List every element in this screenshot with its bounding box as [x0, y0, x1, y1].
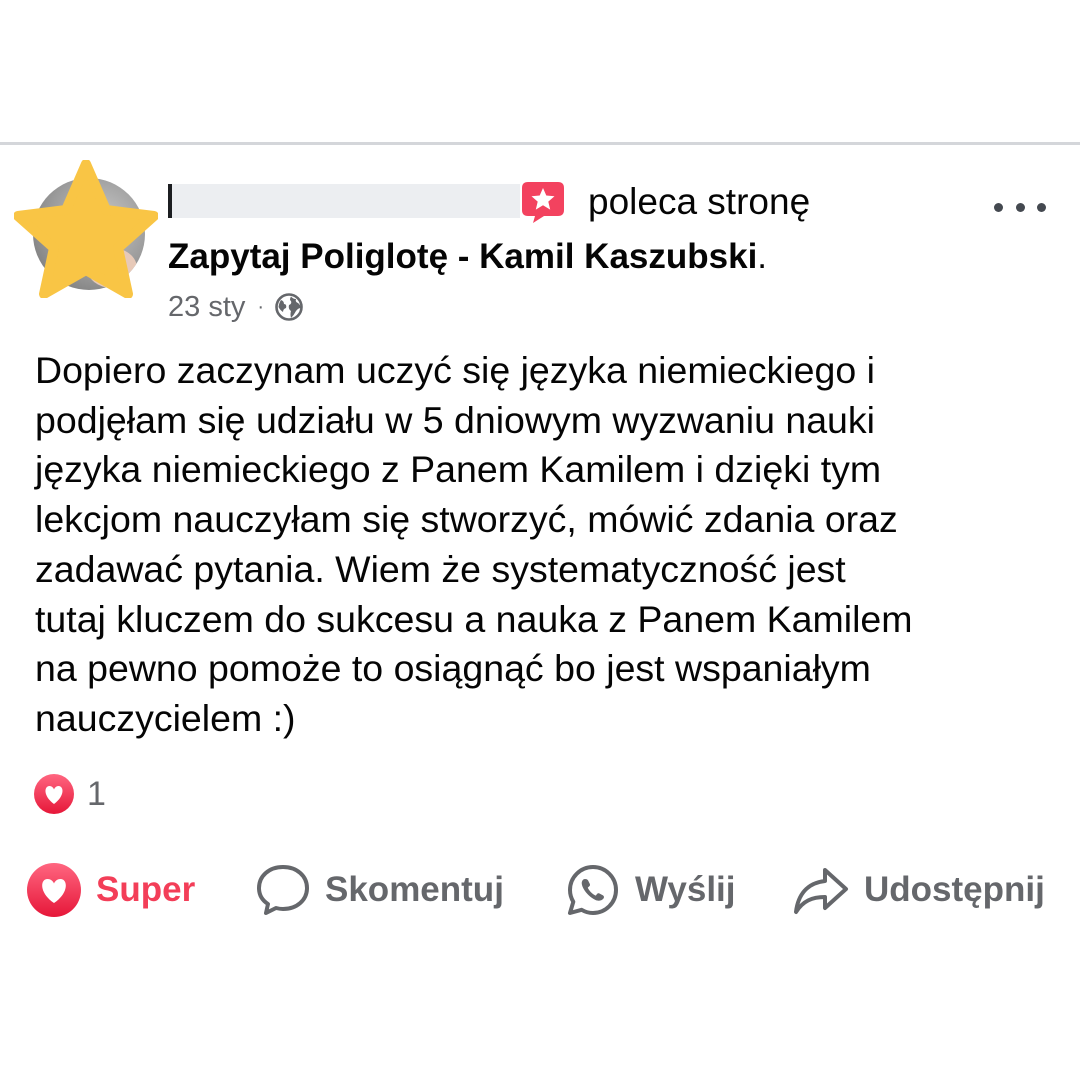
- star-sticker-icon: [14, 160, 158, 298]
- comment-icon: [257, 865, 309, 915]
- comment-button[interactable]: Skomentuj: [255, 860, 504, 920]
- recommendation-icon: [522, 182, 564, 223]
- share-label: Udostępnij: [864, 870, 1045, 909]
- top-divider: [0, 142, 1080, 145]
- reactions-summary[interactable]: 1: [33, 773, 106, 815]
- recommends-text: poleca stronę: [588, 181, 811, 222]
- more-dot-icon: [1037, 202, 1046, 212]
- send-whatsapp-button[interactable]: Wyślij: [565, 860, 736, 920]
- super-label: Super: [96, 870, 196, 909]
- love-reaction-icon: [34, 774, 74, 814]
- comment-label: Skomentuj: [325, 870, 504, 909]
- author-name-redacted[interactable]: [168, 184, 520, 218]
- post-meta: 23 sty ·: [168, 288, 304, 326]
- more-options-button[interactable]: [994, 193, 1046, 221]
- reaction-count: 1: [87, 774, 106, 813]
- meta-separator: ·: [257, 295, 265, 318]
- page-name-text[interactable]: Zapytaj Poliglotę - Kamil Kaszubski: [168, 237, 757, 276]
- heart-icon: [27, 863, 81, 917]
- whatsapp-icon: [568, 865, 618, 915]
- post-body-text: Dopiero zaczynam uczyć się języka niemie…: [35, 349, 913, 739]
- more-dot-icon: [994, 202, 1003, 212]
- share-button[interactable]: Udostępnij: [792, 860, 1045, 920]
- page-name-suffix: .: [757, 237, 768, 276]
- send-label: Wyślij: [635, 870, 736, 909]
- super-reaction-button[interactable]: Super: [26, 860, 195, 920]
- page-name-link[interactable]: Zapytaj Poliglotę - Kamil Kaszubski.: [168, 235, 767, 279]
- share-icon: [794, 868, 848, 914]
- globe-icon[interactable]: [274, 292, 304, 322]
- post-date[interactable]: 23 sty: [168, 291, 245, 324]
- more-dot-icon: [1015, 202, 1025, 212]
